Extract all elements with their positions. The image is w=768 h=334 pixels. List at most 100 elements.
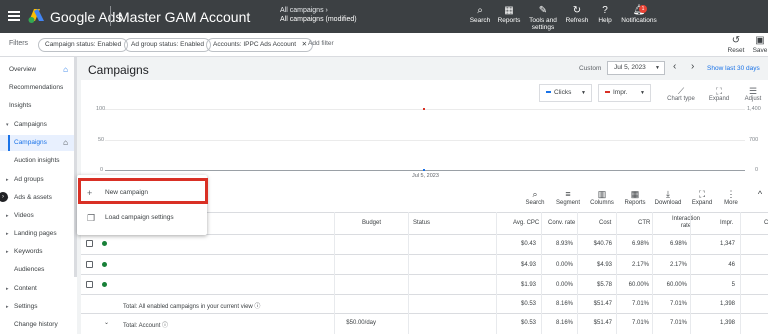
chart-type-button[interactable]: ⟋ Chart type: [665, 86, 697, 102]
total-account-expand-icon[interactable]: ⌄: [104, 319, 109, 326]
total-account-conv-rate: 8.16%: [555, 320, 573, 326]
sidebar-item-campaigns[interactable]: Campaigns ⌂: [0, 135, 74, 151]
row-divider: [81, 274, 768, 275]
chart-adjust-button[interactable]: ☰ Adjust: [737, 86, 768, 102]
segment-button[interactable]: ≡ Segment: [553, 189, 583, 206]
add-filter-link[interactable]: Add filter: [308, 40, 334, 47]
sidebar-section-settings[interactable]: ▸ Settings: [0, 299, 74, 315]
sidebar-item-insights[interactable]: Insights: [0, 98, 74, 114]
reports-label: Reports: [497, 17, 521, 24]
filter-chip-ad-group-status[interactable]: Ad group status: Enabled: [124, 38, 211, 52]
column-divider: [334, 212, 335, 334]
search-label: Search: [469, 17, 491, 24]
column-divider: [408, 212, 409, 334]
sidebar-item-label: Audiences: [14, 266, 45, 273]
column-header-avg-cpc[interactable]: Avg. CPC: [513, 212, 539, 234]
filter-chip-campaign-status[interactable]: Campaign status: Enabled: [38, 38, 129, 52]
caret-right-icon: ▸: [6, 231, 9, 237]
reports-button[interactable]: ▦ Reports: [491, 5, 527, 24]
cell-impr: 5: [731, 282, 735, 288]
chart-expand-button[interactable]: ⛶ Expand: [703, 86, 735, 102]
column-header-extra[interactable]: C: [764, 212, 768, 234]
cell-conv-rate: 0.00%: [555, 282, 573, 288]
date-picker[interactable]: Jul 5, 2023 ▼: [607, 61, 665, 75]
next-period-icon[interactable]: ›: [691, 61, 694, 72]
reports-icon: ▦: [504, 5, 514, 16]
breadcrumb[interactable]: All campaigns ›: [280, 7, 328, 14]
sidebar-item-label: Auction insights: [14, 157, 60, 164]
top-app-bar: Google Ads Master GAM Account All campai…: [0, 0, 768, 33]
notifications-button[interactable]: 🔔︎Notifications 1: [619, 5, 659, 24]
sidebar-section-content[interactable]: ▸ Content: [0, 281, 74, 297]
columns-button[interactable]: ▥ Columns: [587, 189, 617, 206]
filter-chip-accounts[interactable]: Accounts: IPPC Ads Account ✕: [206, 38, 314, 52]
chart-point-clicks: [423, 169, 425, 171]
help-button[interactable]: ? Help: [587, 5, 623, 24]
reset-label: Reset: [727, 47, 745, 54]
metric-selector-impr[interactable]: Impr. ▼: [598, 84, 651, 102]
show-last-30-days-link[interactable]: Show last 30 days: [707, 65, 760, 72]
sidebar-section-keywords[interactable]: ▸ Keywords: [0, 244, 74, 260]
dropdown-arrow-icon: ▼: [655, 65, 660, 71]
more-button[interactable]: ⋮ More: [716, 189, 746, 206]
download-button[interactable]: ⤓ Download: [653, 189, 683, 206]
sidebar-section-landing-pages[interactable]: ▸ Landing pages: [0, 226, 74, 242]
y-right-tick: 1,400: [747, 106, 761, 112]
status-enabled-dot: [102, 262, 107, 267]
table-reports-button[interactable]: ▦ Reports: [620, 189, 650, 206]
column-header-interaction-rate[interactable]: Interaction rate: [672, 212, 700, 234]
caret-right-icon: ▸: [6, 213, 9, 219]
metric-impr-label: Impr.: [613, 89, 628, 96]
cell-cost: $5.78: [596, 282, 612, 288]
row-checkbox[interactable]: [86, 261, 93, 268]
column-header-impr[interactable]: Impr.: [720, 212, 733, 234]
column-header-status[interactable]: Status: [413, 212, 430, 234]
account-name[interactable]: Master GAM Account: [118, 9, 250, 25]
tools-settings-button[interactable]: ✎ Tools and settings: [525, 5, 561, 31]
total-avg-cpc: $0.53: [520, 301, 536, 307]
cell-interaction-rate: 60.00%: [666, 282, 687, 288]
sidebar-section-ad-groups[interactable]: ▸ Ad groups: [0, 172, 74, 188]
column-header-cost[interactable]: Cost: [599, 212, 611, 234]
sidebar-item-audiences[interactable]: Audiences: [0, 262, 74, 278]
row-checkbox[interactable]: [86, 240, 93, 247]
column-divider: [690, 212, 691, 334]
sidebar-item-label: Content: [14, 285, 37, 292]
total-account-cost: $51.47: [593, 320, 612, 326]
sidebar-section-ads-assets[interactable]: ▸Ads & assets: [0, 190, 74, 206]
table-expand-button[interactable]: ⛶ Expand: [687, 189, 717, 206]
sidebar-item-overview[interactable]: Overview ⌂: [0, 62, 74, 78]
total-enabled-label: Total: All enabled campaigns in your cur…: [123, 301, 260, 310]
collapse-up-icon[interactable]: ^: [745, 189, 768, 200]
sidebar-item-auction-insights[interactable]: Auction insights: [0, 153, 74, 169]
breadcrumb-parent[interactable]: All campaigns: [280, 7, 324, 14]
column-header-conv-rate[interactable]: Conv. rate: [548, 212, 575, 234]
sidebar-section-videos[interactable]: ▸ Videos: [0, 208, 74, 224]
adjust-label: Adjust: [744, 96, 762, 102]
table-search-button[interactable]: ⌕ Search: [520, 189, 550, 206]
google-ads-logo: [28, 9, 44, 23]
previous-period-icon[interactable]: ‹: [673, 61, 676, 72]
reset-button[interactable]: ↺ Reset: [725, 35, 747, 54]
column-header-budget[interactable]: Budget: [362, 212, 381, 234]
row-checkbox[interactable]: [86, 281, 93, 288]
hamburger-menu-icon[interactable]: [8, 9, 20, 23]
load-campaign-settings-menu-item[interactable]: ❐ Load campaign settings: [77, 209, 207, 227]
close-icon[interactable]: ✕: [302, 39, 307, 51]
metric-selector-clicks[interactable]: Clicks ▼: [539, 84, 592, 102]
help-icon[interactable]: ⓘ: [254, 304, 260, 310]
total-account-interaction-rate: 7.01%: [669, 320, 687, 326]
sidebar-item-change-history[interactable]: Change history: [0, 317, 74, 333]
more-icon: ⋮: [726, 189, 736, 199]
save-button[interactable]: ▣ Save: [749, 35, 768, 54]
sidebar-item-recommendations[interactable]: Recommendations: [0, 80, 74, 96]
sidebar-section-campaigns[interactable]: ▾ Campaigns: [0, 117, 74, 133]
help-icon[interactable]: ⓘ: [162, 323, 168, 329]
download-label: Download: [654, 200, 682, 206]
reset-icon: ↺: [731, 35, 741, 46]
table-reports-label: Reports: [624, 200, 646, 206]
refresh-label: Refresh: [565, 17, 589, 24]
total-account-impr: 1,398: [719, 320, 735, 326]
page-title: Campaigns: [88, 63, 149, 77]
column-header-ctr[interactable]: CTR: [638, 212, 650, 234]
